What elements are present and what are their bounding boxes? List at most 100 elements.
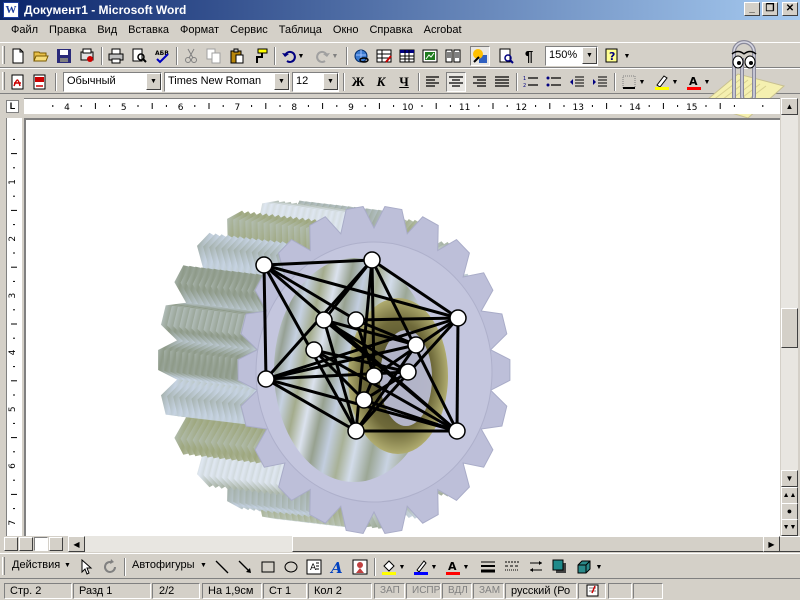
graph-node[interactable] (347, 311, 365, 329)
pdf-email-icon[interactable] (30, 72, 50, 92)
scroll-up-button[interactable]: ▲ (781, 98, 798, 115)
chevron-down-icon[interactable]: ▼ (64, 562, 71, 569)
toolbar-options-icon[interactable]: ▼ (622, 46, 632, 66)
format-painter-icon[interactable] (250, 46, 270, 66)
document-map-icon[interactable] (496, 46, 516, 66)
hyperlink-icon[interactable] (351, 46, 371, 66)
border-icon[interactable] (619, 72, 639, 92)
redo-dropdown[interactable]: ▼ (330, 46, 340, 66)
graph-node[interactable] (399, 363, 417, 381)
graph-edge[interactable] (262, 264, 268, 380)
scroll-down-button[interactable]: ▼ (781, 470, 798, 487)
align-right-icon[interactable] (469, 72, 489, 92)
next-page-button[interactable]: ▼▼ (781, 519, 798, 536)
line-icon[interactable] (212, 557, 232, 577)
font-select[interactable]: Times New Roman ▼ (164, 72, 290, 92)
highlight-icon[interactable] (652, 72, 672, 92)
chevron-down-icon[interactable]: ▼ (323, 73, 338, 90)
chevron-down-icon[interactable]: ▼ (146, 73, 161, 90)
status-page-of[interactable]: 2/2 (152, 583, 200, 599)
new-icon[interactable] (8, 46, 28, 66)
graph-node[interactable] (449, 309, 467, 327)
graph-node[interactable] (305, 341, 323, 359)
graph-node[interactable] (315, 311, 333, 329)
graph-node[interactable] (257, 370, 275, 388)
status-section[interactable]: Разд 1 (73, 583, 151, 599)
border-dropdown[interactable]: ▼ (637, 72, 647, 92)
drawing-icon[interactable] (470, 46, 490, 66)
menu-table[interactable]: Таблица (274, 21, 328, 40)
graph-node[interactable] (448, 422, 466, 440)
highlight-dropdown[interactable]: ▼ (670, 72, 680, 92)
graph-node[interactable] (365, 367, 383, 385)
graph-node[interactable] (355, 391, 373, 409)
print-icon[interactable] (106, 46, 126, 66)
spelling-status-icon[interactable] (578, 583, 606, 599)
menu-view[interactable]: Вид (92, 21, 123, 40)
scroll-left-button[interactable]: ◀ (68, 536, 85, 552)
line-color-icon[interactable] (411, 557, 431, 577)
document-area[interactable] (24, 118, 780, 536)
select-browse-object-button[interactable]: ● (781, 503, 798, 520)
menu-format[interactable]: Формат (175, 21, 225, 40)
underline-button[interactable]: Ч (394, 72, 414, 92)
chevron-down-icon[interactable]: ▼ (274, 73, 289, 90)
menu-window[interactable]: Окно (328, 21, 365, 40)
menu-acrobat[interactable]: Acrobat (419, 21, 468, 40)
undo-dropdown[interactable]: ▼ (296, 46, 306, 66)
menu-file[interactable]: Файл (6, 21, 44, 40)
save-icon[interactable] (54, 46, 74, 66)
decrease-indent-icon[interactable] (567, 72, 587, 92)
italic-button[interactable]: К (371, 72, 391, 92)
align-center-icon[interactable] (446, 72, 466, 92)
scroll-right-button[interactable]: ▶ (763, 536, 780, 552)
outline-view-button[interactable] (49, 537, 63, 551)
close-button[interactable]: ✕ (782, 2, 798, 16)
word-w-icon[interactable]: W (3, 2, 19, 18)
select-objects-icon[interactable] (77, 557, 97, 577)
scroll-thumb[interactable] (781, 308, 798, 348)
show-formatting-icon[interactable]: ¶ (519, 46, 539, 66)
fill-color-icon[interactable] (379, 557, 399, 577)
status-rec[interactable]: ЗАП (374, 583, 405, 599)
arrow-icon[interactable] (235, 557, 255, 577)
print-preview-icon[interactable] (129, 46, 149, 66)
graph-edge[interactable] (455, 317, 460, 432)
numbering-icon[interactable]: 12 (521, 72, 541, 92)
chevron-down-icon[interactable]: ▼ (582, 47, 597, 64)
bullets-icon[interactable] (544, 72, 564, 92)
menu-edit[interactable]: Правка (44, 21, 92, 40)
shadow-style-icon[interactable] (550, 557, 570, 577)
document-page[interactable] (26, 120, 780, 536)
status-at[interactable]: На 1,9см (202, 583, 262, 599)
rectangle-icon[interactable] (258, 557, 278, 577)
graph-edge[interactable] (355, 316, 459, 322)
status-page[interactable]: Стр. 2 (4, 583, 72, 599)
clip-art-icon[interactable] (350, 557, 370, 577)
previous-page-button[interactable]: ▲▲ (781, 487, 798, 504)
line-color-dropdown[interactable]: ▼ (429, 557, 439, 577)
permission-icon[interactable] (77, 46, 97, 66)
increase-indent-icon[interactable] (590, 72, 610, 92)
paste-icon[interactable] (227, 46, 247, 66)
restore-button[interactable]: ❐ (762, 2, 778, 16)
toolbar-grip[interactable] (2, 46, 5, 64)
font-size-select[interactable]: 12 ▼ (292, 72, 339, 92)
status-ovr[interactable]: ЗАМ (473, 583, 504, 599)
justify-icon[interactable] (492, 72, 512, 92)
draw-font-color-dropdown[interactable]: ▼ (461, 557, 471, 577)
graph-node[interactable] (347, 422, 365, 440)
normal-view-button[interactable] (4, 537, 18, 551)
status-trk[interactable]: ИСПР (406, 583, 441, 599)
menu-tools[interactable]: Сервис (225, 21, 274, 40)
text-box-icon[interactable]: A (304, 557, 324, 577)
tab-selector[interactable]: L (2, 97, 22, 116)
help-icon[interactable]: ? (602, 46, 622, 66)
gear-graph-drawing[interactable] (26, 120, 780, 536)
toolbar-grip[interactable] (2, 72, 5, 90)
menu-help[interactable]: Справка (364, 21, 418, 40)
cut-icon[interactable] (181, 46, 201, 66)
bold-button[interactable]: Ж (348, 72, 368, 92)
status-line[interactable]: Ст 1 (263, 583, 307, 599)
autoshapes-menu-button[interactable]: Автофигуры (132, 559, 195, 571)
